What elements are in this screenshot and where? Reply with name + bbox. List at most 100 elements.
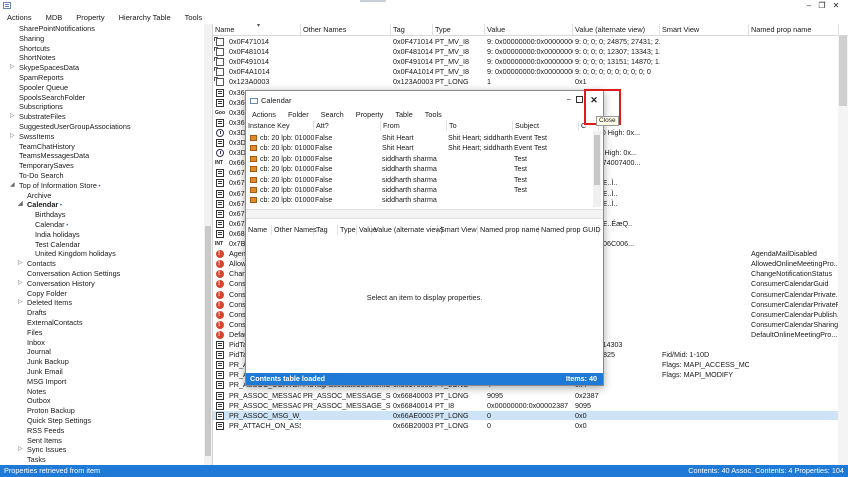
- property-column-header[interactable]: Tag: [314, 225, 338, 235]
- calendar-item-icon: [250, 166, 257, 173]
- cell-smart: [660, 108, 749, 118]
- tree-item-label: SwssItems: [19, 131, 55, 141]
- column-header[interactable]: Smart View: [660, 24, 749, 36]
- property-column-header[interactable]: Type: [338, 225, 357, 235]
- cell-alt: 0x0: [575, 410, 587, 420]
- contents-column-header[interactable]: Subject: [513, 121, 579, 131]
- column-header[interactable]: Value (alternate view): [573, 24, 660, 36]
- message-row[interactable]: cb: 20 lpb: 01000...False Shit Heart Shit …: [246, 143, 591, 153]
- cell-subject: Test: [514, 154, 528, 163]
- dialog-maximize-button[interactable]: [576, 96, 583, 103]
- minimize-button[interactable]: –: [804, 1, 814, 11]
- dialog-menu-property[interactable]: Property: [350, 109, 390, 121]
- cell-smart: [660, 320, 749, 330]
- menu-tools[interactable]: Tools: [178, 12, 210, 24]
- grid-scrollbar-thumb[interactable]: [839, 36, 847, 106]
- dialog-menu-actions[interactable]: Actions: [246, 109, 282, 121]
- cell-smart: [660, 340, 749, 350]
- tree-item-label: TemporarySaves: [19, 161, 74, 171]
- contents-column-header[interactable]: To: [447, 121, 513, 131]
- menu-actions[interactable]: Actions: [0, 12, 39, 24]
- close-button[interactable]: ✕: [831, 1, 841, 11]
- message-row[interactable]: cb: 20 lpb: 01000...False Shit Heart Shit …: [246, 133, 591, 143]
- contents-column-header[interactable]: Instance Key: [246, 121, 314, 131]
- expand-toggle-icon[interactable]: ▷: [18, 445, 23, 455]
- cell-named: [749, 411, 839, 421]
- cell-att: False: [315, 196, 333, 205]
- dialog-menu-tools[interactable]: Tools: [419, 109, 448, 121]
- cell-smart: [660, 421, 749, 431]
- expand-toggle-icon[interactable]: ▷: [10, 63, 15, 73]
- cell-smart: [660, 279, 749, 289]
- cell-name: 0x0F4A1014: [229, 67, 270, 77]
- menu-property[interactable]: Property: [69, 12, 111, 24]
- tree-item-label: RSS Feeds: [27, 425, 65, 435]
- cell-smart: [660, 199, 749, 209]
- cell-key: cb: 20 lpb: 01000...: [260, 196, 314, 205]
- column-header[interactable]: Named prop name: [749, 24, 839, 36]
- cell-smart: [660, 158, 749, 168]
- property-column-header[interactable]: Smart View: [438, 225, 478, 235]
- expand-toggle-icon[interactable]: ▷: [18, 298, 23, 308]
- cell-smart: [660, 77, 749, 87]
- message-row[interactable]: cb: 20 lpb: 01000...False siddharth sharm…: [246, 154, 591, 164]
- expand-toggle-icon[interactable]: ▷: [18, 259, 23, 269]
- dialog-menu-folder[interactable]: Folder: [282, 109, 315, 121]
- property-row[interactable]: 0x123A0003 0x123A0003 PT_LONG 1 0x1: [213, 77, 838, 87]
- message-row[interactable]: cb: 20 lpb: 01000...False siddharth sharm…: [246, 175, 591, 185]
- property-row[interactable]: PR_ASSOC_MESSAGE_SI...PR_ASSOC_MESSAGE_S…: [213, 401, 838, 411]
- property-column-header[interactable]: Value (alternate view): [372, 225, 443, 235]
- property-row[interactable]: 0x0F4A1014 0x0F4A1014 PT_MV_I8 9: 0x0000000…: [213, 67, 838, 77]
- dialog-menu-table[interactable]: Table: [389, 109, 418, 121]
- cell-smart: [660, 168, 749, 178]
- cell-smart: [660, 219, 749, 229]
- menu-hierarchy-table[interactable]: Hierarchy Table: [112, 12, 178, 24]
- message-row[interactable]: cb: 20 lpb: 01000...False siddharth sharm…: [246, 164, 591, 174]
- property-column-header[interactable]: Named prop name: [478, 225, 540, 235]
- column-header[interactable]: Value: [485, 24, 573, 36]
- expand-toggle-icon[interactable]: ◢: [10, 181, 15, 191]
- contents-scrollbar-thumb[interactable]: [594, 135, 600, 185]
- contents-horizontal-scrollbar[interactable]: [246, 209, 603, 219]
- cell-named: [749, 98, 839, 108]
- expand-toggle-icon[interactable]: ▷: [10, 112, 15, 122]
- contents-column-header[interactable]: Att?: [314, 121, 381, 131]
- property-row[interactable]: 0x0F471014 0x0F471014 PT_MV_I8 9: 0x0000000…: [213, 37, 838, 47]
- property-row[interactable]: 0x0F481014 0x0F481014 PT_MV_I8 9: 0x0000000…: [213, 47, 838, 57]
- tree-item-label: Subscriptions: [19, 102, 63, 112]
- property-row[interactable]: PR_ASSOC_MSG_W_ATT... 0x66AE0003PT_LONG 0 0…: [213, 410, 839, 421]
- cell-named: [749, 148, 839, 158]
- cell-alt: 9095: [575, 400, 591, 410]
- property-column-header[interactable]: Named prop GUID: [539, 225, 601, 235]
- dialog-title-bar[interactable]: Calendar – ✕: [246, 91, 603, 109]
- column-header[interactable]: Type: [433, 24, 485, 36]
- expand-toggle-icon[interactable]: ▷: [18, 279, 23, 289]
- property-column-header[interactable]: Other Names: [272, 225, 317, 235]
- property-tag-icon: [216, 169, 224, 178]
- contents-column-header[interactable]: From: [381, 121, 447, 131]
- column-header[interactable]: Other Names: [301, 24, 391, 36]
- property-row[interactable]: 0x0F491014 0x0F491014 PT_MV_I8 9: 0x0000000…: [213, 57, 838, 67]
- cell-from: siddharth sharma: [382, 186, 437, 194]
- property-column-header[interactable]: Value: [357, 225, 377, 235]
- property-row[interactable]: PR_ASSOC_MESSAGE_SI...PR_ASSOC_MESSAGE_S…: [213, 391, 838, 401]
- cell-named: [749, 88, 839, 98]
- message-row[interactable]: cb: 20 lpb: 01000...False siddharth sharm…: [246, 185, 591, 195]
- cell-named: [749, 77, 839, 87]
- title-drag-handle[interactable]: [360, 0, 386, 2]
- message-row[interactable]: cb: 20 lpb: 01000...False siddharth sharm…: [246, 195, 591, 205]
- restore-button[interactable]: ❐: [817, 1, 827, 11]
- expand-toggle-icon[interactable]: ◢: [18, 200, 23, 210]
- app-icon: [3, 2, 11, 9]
- tree-scrollbar-thumb[interactable]: [205, 226, 211, 456]
- property-column-header[interactable]: Name: [246, 225, 272, 235]
- menu-mdb[interactable]: MDB: [39, 12, 70, 24]
- property-tag-icon: [216, 341, 224, 349]
- property-row[interactable]: PR_ATTACH_ON_ASSOC... 0x66B20003PT_LONG 0 0…: [213, 421, 838, 431]
- expand-toggle-icon[interactable]: ▷: [10, 132, 15, 142]
- dialog-minimize-button[interactable]: –: [567, 96, 571, 104]
- property-tag-icon: [216, 209, 224, 218]
- dialog-menu-search[interactable]: Search: [315, 109, 350, 121]
- property-tag-icon: [216, 229, 224, 238]
- column-header[interactable]: Tag: [391, 24, 433, 36]
